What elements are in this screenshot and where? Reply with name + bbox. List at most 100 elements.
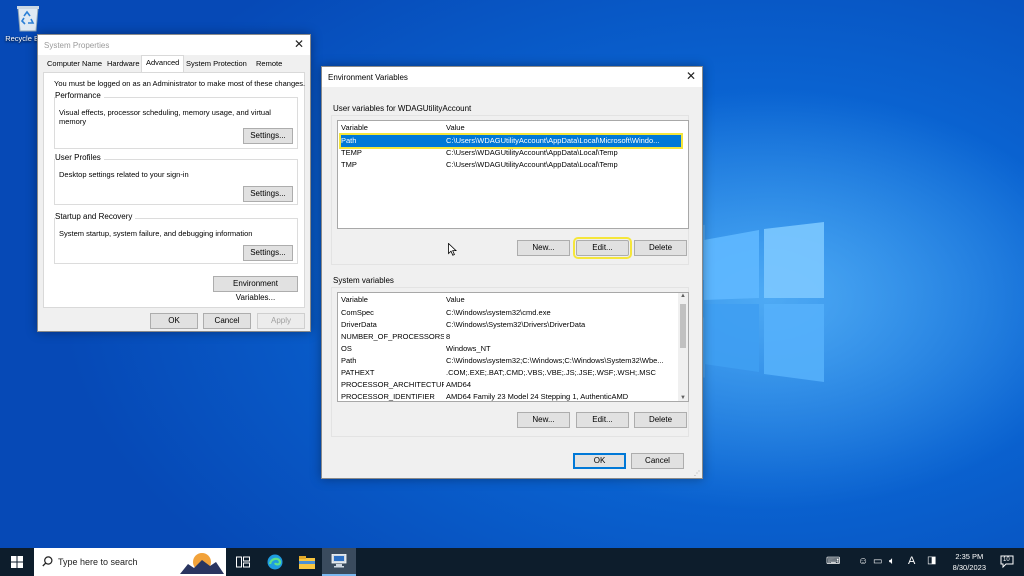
system-new-button[interactable]: New... (517, 412, 570, 428)
window-title: System Properties (44, 41, 110, 50)
recycle-bin-icon (17, 6, 39, 32)
user-new-button[interactable]: New... (517, 240, 570, 256)
performance-settings-button[interactable]: Settings... (243, 128, 293, 144)
folder-icon (299, 556, 315, 569)
user-edit-button[interactable]: Edit... (573, 237, 632, 259)
clock[interactable]: 2:35 PM 8/30/2023 (953, 551, 986, 573)
taskbar-app-edge[interactable] (258, 548, 292, 576)
variable-value: C:\Windows\system32;C:\Windows;C:\Window… (446, 356, 664, 365)
mouse-pointer-icon (448, 243, 457, 256)
people-icon[interactable]: ☺ (858, 556, 868, 567)
list-item[interactable]: OS Windows_NT (341, 343, 676, 355)
search-icon (42, 556, 53, 567)
system-properties-app-icon (331, 554, 347, 568)
network-icon[interactable]: ▭ (873, 556, 882, 567)
variable-name: TEMP (341, 148, 362, 157)
environment-variables-button[interactable]: Environment Variables... (213, 276, 298, 302)
taskbar: Type here to search ⌨ ☺ ▭ 🔈︎ A ◨ 2:35 PM… (0, 548, 1024, 576)
taskbar-app-file-explorer[interactable] (290, 548, 324, 576)
variable-value: C:\Windows\system32\cmd.exe (446, 308, 551, 317)
user-profiles-group: User Profiles Desktop settings related t… (54, 153, 298, 205)
scrollbar-thumb[interactable] (680, 304, 686, 348)
variable-name: PROCESSOR_ARCHITECTURE (341, 380, 444, 389)
system-variables-list[interactable]: Variable Value ComSpec C:\Windows\system… (337, 292, 689, 402)
startup-recovery-settings-button[interactable]: Settings... (243, 245, 293, 261)
notification-count: 10 (1003, 557, 1010, 563)
user-variables-list[interactable]: Variable Value Path C:\Users\WDAGUtility… (337, 120, 689, 229)
tab-advanced[interactable]: Advanced (141, 55, 185, 72)
list-item[interactable]: TEMP C:\Users\WDAGUtilityAccount\AppData… (341, 147, 681, 159)
resize-grip-icon[interactable]: ⋰ (694, 470, 700, 477)
system-properties-titlebar[interactable]: System Properties ✕ (38, 35, 310, 55)
list-item[interactable]: NUMBER_OF_PROCESSORS 8 (341, 331, 676, 343)
cancel-button[interactable]: Cancel (631, 453, 684, 469)
variable-value: C:\Users\WDAGUtilityAccount\AppData\Loca… (446, 148, 618, 157)
desktop: Recycle Bin System Properties ✕ Computer… (0, 0, 1024, 548)
tab-remote[interactable]: Remote (252, 57, 286, 71)
volume-icon[interactable]: 🔈︎ (889, 556, 895, 567)
system-edit-button[interactable]: Edit... (576, 412, 629, 428)
defender-icon[interactable]: ◨ (927, 555, 936, 566)
tab-system-protection[interactable]: System Protection (182, 57, 251, 71)
startup-recovery-description: System startup, system failure, and debu… (59, 229, 253, 238)
list-item[interactable]: PROCESSOR_ARCHITECTURE AMD64 (341, 379, 676, 391)
scroll-up-icon[interactable]: ▲ (678, 293, 688, 299)
performance-group: Performance Visual effects, processor sc… (54, 91, 298, 149)
system-delete-button[interactable]: Delete (634, 412, 687, 428)
variable-value: C:\Users\WDAGUtilityAccount\AppData\Loca… (446, 160, 618, 169)
column-header-variable[interactable]: Variable (341, 123, 368, 132)
list-item[interactable]: PROCESSOR_IDENTIFIER AMD64 Family 23 Mod… (341, 391, 676, 401)
list-item[interactable]: PATHEXT .COM;.EXE;.BAT;.CMD;.VBS;.VBE;.J… (341, 367, 676, 379)
variable-name: PROCESSOR_IDENTIFIER (341, 392, 435, 401)
variable-name: Path (341, 356, 357, 365)
taskbar-app-system-properties[interactable] (322, 548, 356, 576)
variable-name: NUMBER_OF_PROCESSORS (341, 332, 444, 341)
system-properties-window: System Properties ✕ Computer Name Hardwa… (37, 34, 311, 332)
search-placeholder: Type here to search (58, 557, 138, 567)
variable-name: OS (341, 344, 352, 353)
variable-value: AMD64 (446, 380, 472, 389)
search-box[interactable]: Type here to search (34, 548, 226, 576)
list-item[interactable]: Path C:\Windows\system32;C:\Windows;C:\W… (341, 355, 676, 367)
window-title: Environment Variables (328, 73, 408, 82)
tab-computer-name[interactable]: Computer Name (43, 57, 106, 71)
ime-indicator[interactable]: A (908, 555, 915, 567)
cancel-button[interactable]: Cancel (203, 313, 251, 329)
variable-name: TMP (341, 160, 357, 169)
apply-button[interactable]: Apply (257, 313, 305, 329)
admin-note: You must be logged on as an Administrato… (54, 79, 306, 88)
advanced-tab-panel: You must be logged on as an Administrato… (43, 72, 305, 308)
user-profiles-settings-button[interactable]: Settings... (243, 186, 293, 202)
variable-name: DriverData (341, 320, 377, 329)
tab-hardware[interactable]: Hardware (103, 57, 144, 71)
search-highlight-icon (180, 553, 224, 574)
keyboard-icon[interactable]: ⌨ (826, 556, 840, 567)
environment-variables-titlebar[interactable]: Environment Variables ✕ (322, 67, 702, 87)
ok-button[interactable]: OK (150, 313, 198, 329)
clock-time: 2:35 PM (955, 552, 984, 561)
start-button[interactable] (0, 548, 34, 576)
column-header-value[interactable]: Value (446, 123, 465, 132)
notification-center-button[interactable]: 10 (1000, 555, 1014, 569)
user-profiles-title: User Profiles (55, 153, 104, 162)
column-header-variable[interactable]: Variable (341, 295, 368, 304)
user-variables-label: User variables for WDAGUtilityAccount (333, 104, 472, 113)
close-icon[interactable]: ✕ (686, 69, 696, 83)
list-item[interactable]: TMP C:\Users\WDAGUtilityAccount\AppData\… (341, 159, 681, 171)
startup-recovery-title: Startup and Recovery (55, 212, 136, 221)
system-variables-scrollbar[interactable]: ▲ ▼ (678, 293, 688, 401)
scroll-down-icon[interactable]: ▼ (678, 395, 688, 401)
user-delete-button[interactable]: Delete (634, 240, 687, 256)
user-profiles-description: Desktop settings related to your sign-in (59, 170, 189, 179)
task-view-button[interactable] (226, 548, 260, 576)
close-icon[interactable]: ✕ (294, 37, 304, 51)
list-item[interactable]: DriverData C:\Windows\System32\Drivers\D… (341, 319, 676, 331)
edge-icon (267, 554, 283, 570)
ok-button[interactable]: OK (573, 453, 626, 469)
task-view-icon (236, 556, 250, 568)
column-header-value[interactable]: Value (446, 295, 465, 304)
list-item[interactable]: ComSpec C:\Windows\system32\cmd.exe (341, 307, 676, 319)
variable-value: 8 (446, 332, 451, 341)
variable-name: ComSpec (341, 308, 374, 317)
list-item-selected[interactable]: Path C:\Users\WDAGUtilityAccount\AppData… (339, 133, 683, 149)
